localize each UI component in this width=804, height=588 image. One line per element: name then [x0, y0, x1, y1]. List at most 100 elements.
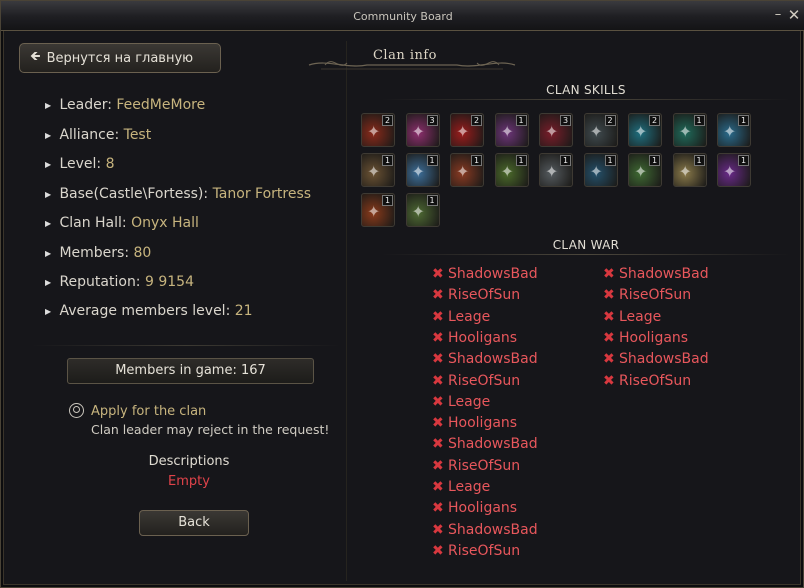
clan-skill-icon[interactable]: ✦ 1 — [361, 193, 395, 227]
clan-skill-icon[interactable]: ✦ 1 — [672, 153, 707, 187]
clan-skill-icon[interactable]: ✦ 1 — [450, 153, 484, 187]
clan-war-item[interactable]: ✖ Leage — [603, 309, 661, 329]
clan-war-item[interactable]: ✖ ShadowsBad — [603, 351, 709, 371]
clan-war-item[interactable]: ✖ Leage — [432, 479, 490, 499]
skill-glyph: ✦ — [367, 202, 381, 221]
clan-war-name: RiseOfSun — [448, 457, 521, 474]
back-arrow-icon: 🡸 — [30, 49, 41, 64]
clan-skills-title: CLAN SKILLS — [546, 83, 626, 97]
clan-war-name: RiseOfSun — [448, 542, 521, 559]
base-value: Tanor Fortress — [212, 186, 312, 202]
clan-war-item[interactable]: ✖ RiseOfSun — [603, 373, 691, 393]
skill-glyph: ✦ — [367, 162, 381, 181]
clan-war-name: ShadowsBad — [448, 521, 538, 538]
clan-war-item[interactable]: ✖ ShadowsBad — [603, 266, 709, 286]
bullet-icon: ▶ — [45, 159, 52, 169]
bullet-icon: ▶ — [45, 306, 52, 316]
clan-skill-icon[interactable]: ✦ 1 — [717, 153, 751, 187]
clan-war-item[interactable]: ✖ RiseOfSun — [432, 287, 520, 307]
clan-war-item[interactable]: ✖ ShadowsBad — [432, 266, 538, 286]
bullet-icon: ▶ — [45, 100, 52, 110]
clan-skill-icon[interactable]: ✦ 1 — [539, 153, 573, 187]
reputation-value: 9 9154 — [144, 274, 194, 290]
descriptions-label: Descriptions — [148, 454, 230, 469]
info-label: Level: — [59, 156, 102, 172]
war-cross-icon: ✖ — [432, 287, 444, 304]
clan-skill-icon[interactable]: ✦ 1 — [583, 153, 618, 187]
clan-skill-icon[interactable]: ✦ 3 — [405, 113, 440, 147]
clan-war-item[interactable]: ✖ Hooligans — [432, 500, 517, 520]
clan-skill-icon[interactable]: ✦ 1 — [405, 193, 440, 227]
clan-war-item[interactable]: ✖ RiseOfSun — [432, 458, 520, 478]
clan-skill-icon[interactable]: ✦ 2 — [628, 113, 662, 147]
clan-skill-icon[interactable]: ✦ 1 — [361, 153, 395, 187]
war-cross-icon: ✖ — [432, 266, 444, 282]
clan-skill-icon[interactable]: ✦ 2 — [450, 113, 484, 147]
close-button[interactable]: ✕ — [787, 8, 801, 23]
info-label: Average members level: — [59, 303, 231, 319]
clan-war-item[interactable]: ✖ RiseOfSun — [603, 287, 691, 307]
clan-skill-icon[interactable]: ✦ 2 — [361, 113, 395, 147]
info-base: ▶ Base(Castle\Fortess): Tanor Fortress — [45, 186, 311, 202]
skill-level-badge: 1 — [515, 155, 527, 166]
clan-skill-icon[interactable]: ✦ 1 — [628, 153, 662, 187]
skill-glyph: ✦ — [367, 122, 381, 141]
clan-war-name: RiseOfSun — [619, 372, 692, 389]
skill-level-badge: 2 — [604, 115, 616, 126]
clan-skill-icon[interactable]: ✦ 1 — [672, 113, 707, 147]
home-button[interactable]: 🡸 Вернутся на главную — [19, 43, 221, 73]
info-level: ▶ Level: 8 — [45, 156, 115, 172]
divider — [381, 99, 791, 100]
clan-war-item[interactable]: ✖ Leage — [432, 394, 490, 414]
clan-skill-icon[interactable]: ✦ 1 — [717, 113, 751, 147]
skill-level-badge: 1 — [426, 155, 438, 166]
skill-level-badge: 3 — [560, 115, 571, 126]
clan-war-item[interactable]: ✖ RiseOfSun — [432, 373, 520, 393]
clan-skill-icon[interactable]: ✦ 1 — [405, 153, 440, 187]
skill-glyph: ✦ — [500, 162, 514, 181]
clan-war-name: RiseOfSun — [448, 287, 521, 304]
info-average-level: ▶ Average members level: 21 — [45, 303, 253, 319]
skill-level-badge: 1 — [738, 155, 749, 166]
divider — [381, 254, 791, 255]
war-cross-icon: ✖ — [432, 393, 444, 410]
apply-note: Clan leader may reject in the request! — [91, 422, 330, 437]
war-cross-icon: ✖ — [603, 287, 615, 304]
war-cross-icon: ✖ — [432, 329, 444, 346]
minimize-button[interactable]: – — [771, 8, 785, 22]
clan-war-item[interactable]: ✖ Hooligans — [432, 415, 517, 435]
war-cross-icon: ✖ — [432, 308, 444, 325]
members-in-game-button[interactable]: Members in game: 167 — [67, 358, 314, 384]
skill-level-badge: 3 — [426, 115, 438, 126]
clan-war-item[interactable]: ✖ RiseOfSun — [432, 543, 520, 563]
skill-glyph: ✦ — [500, 122, 514, 141]
info-label: Clan Hall: — [59, 215, 127, 231]
war-cross-icon: ✖ — [603, 266, 615, 282]
clan-skill-icon[interactable]: ✦ 1 — [494, 153, 529, 187]
clan-war-item[interactable]: ✖ Hooligans — [432, 330, 517, 350]
clan-skill-icon[interactable]: ✦ 3 — [539, 113, 573, 147]
clan-war-name: RiseOfSun — [619, 287, 692, 304]
skill-glyph: ✦ — [634, 122, 648, 141]
back-button[interactable]: Back — [139, 510, 249, 536]
clan-war-item[interactable]: ✖ ShadowsBad — [432, 436, 538, 456]
war-cross-icon: ✖ — [432, 479, 444, 495]
title-bar[interactable]: Community Board – ✕ — [1, 1, 804, 31]
descriptions-value: Empty — [168, 474, 210, 489]
clan-war-name: ShadowsBad — [619, 351, 709, 368]
apply-for-clan-link[interactable]: Apply for the clan — [91, 404, 206, 419]
community-board-window: Community Board – ✕ 🡸 Вернутся на главну… — [0, 0, 804, 588]
skill-level-badge: 2 — [471, 115, 482, 126]
clan-skill-icon[interactable]: ✦ 1 — [494, 113, 529, 147]
skill-level-badge: 1 — [426, 195, 438, 206]
war-cross-icon: ✖ — [603, 351, 615, 368]
clan-war-item[interactable]: ✖ Leage — [432, 309, 490, 329]
skill-glyph: ✦ — [589, 162, 603, 181]
skill-glyph: ✦ — [589, 122, 603, 141]
average-level-value: 21 — [234, 303, 253, 319]
skill-level-badge: 1 — [515, 115, 527, 126]
clan-skill-icon[interactable]: ✦ 2 — [583, 113, 618, 147]
clan-war-item[interactable]: ✖ Hooligans — [603, 330, 688, 350]
clan-war-item[interactable]: ✖ ShadowsBad — [432, 522, 538, 542]
clan-war-item[interactable]: ✖ ShadowsBad — [432, 351, 538, 371]
